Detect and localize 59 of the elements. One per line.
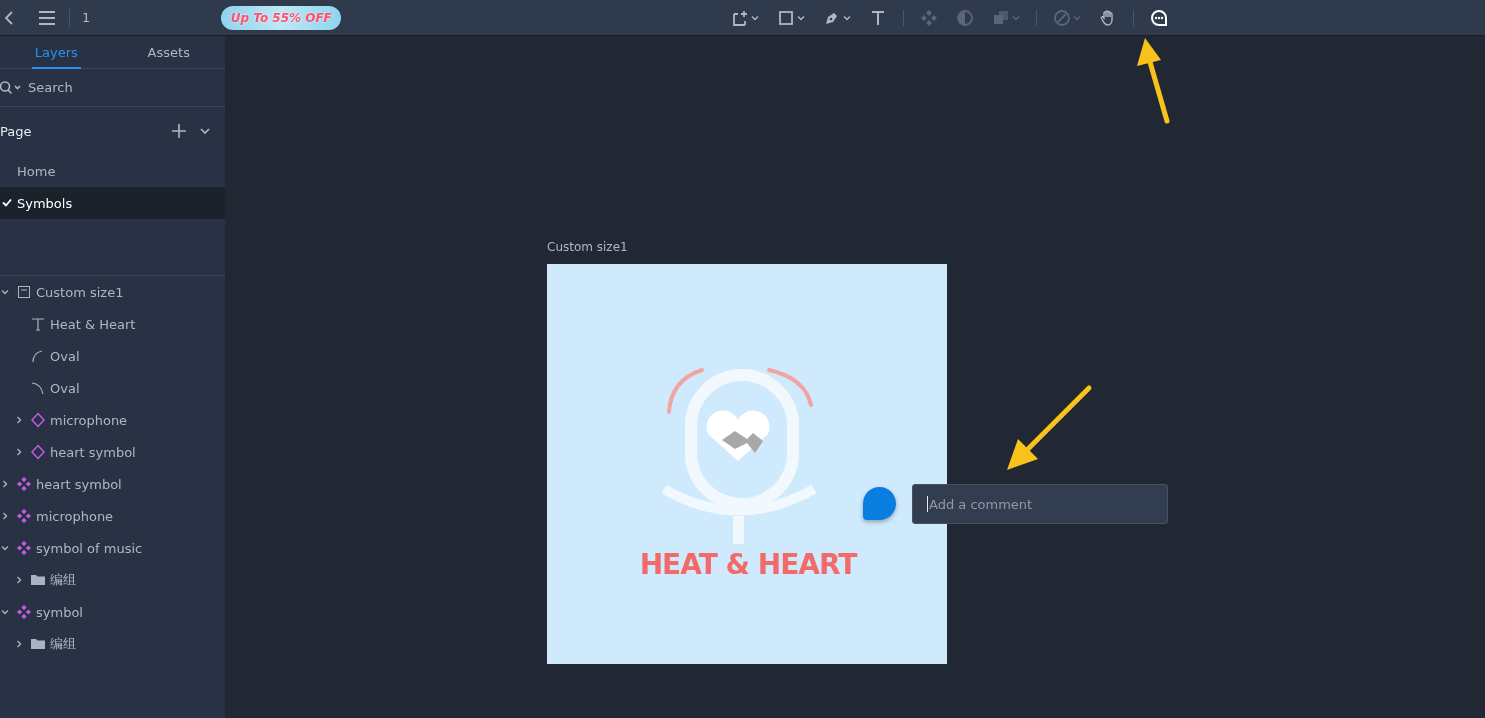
mask-icon <box>956 8 975 27</box>
caret-icon[interactable] <box>797 13 806 22</box>
layer-name[interactable]: heart symbol <box>50 444 136 460</box>
check-icon <box>2 198 12 207</box>
boolean-icon <box>992 8 1011 27</box>
chevron-down-icon[interactable] <box>1 288 9 296</box>
page-item[interactable]: Home <box>0 155 225 187</box>
frame-icon <box>731 8 750 27</box>
chevron-right-icon[interactable] <box>15 576 23 584</box>
instance-layer-icon <box>30 444 46 460</box>
chevron-down-icon[interactable] <box>1 544 9 552</box>
component-layer-icon <box>16 540 32 556</box>
chevron-right-icon[interactable] <box>15 640 23 648</box>
chevron-down-icon[interactable] <box>200 127 210 135</box>
layer-name[interactable]: symbol of music <box>36 540 143 556</box>
layer-name[interactable]: symbol <box>36 604 83 620</box>
comment-input[interactable]: Add a comment <box>912 484 1168 524</box>
component-icon <box>920 8 939 27</box>
layer-name[interactable]: microphone <box>50 412 128 428</box>
sidebar-tab[interactable]: Layers <box>0 36 113 68</box>
chevron-right-icon[interactable] <box>1 512 9 520</box>
component-layer-icon <box>16 508 32 524</box>
component-layer-icon <box>16 476 32 492</box>
layer-name[interactable]: microphone <box>36 508 114 524</box>
component-layer-icon <box>16 604 32 620</box>
artboard-label: Custom size1 <box>547 240 628 254</box>
menu-icon[interactable] <box>39 10 55 25</box>
caret-icon[interactable] <box>751 13 760 22</box>
search-field[interactable]: Search <box>28 80 178 95</box>
layer-name[interactable]: Oval <box>50 380 80 396</box>
artboard-layer-icon <box>16 284 32 300</box>
layer-name[interactable]: Custom size1 <box>36 284 124 300</box>
add-icon[interactable] <box>172 124 186 138</box>
group-layer-icon <box>30 636 46 652</box>
chevron-right-icon[interactable] <box>15 448 23 456</box>
back-icon[interactable] <box>2 9 16 26</box>
layer-name[interactable]: 编组 <box>50 635 76 653</box>
caret-icon[interactable] <box>843 13 852 22</box>
chevron-down-icon[interactable] <box>1 608 9 616</box>
logo-text: HEAT & HEART <box>638 548 858 581</box>
layer-name[interactable]: Heat & Heart <box>50 316 136 332</box>
search-icon[interactable] <box>0 80 22 95</box>
instance-layer-icon <box>30 412 46 428</box>
rectangle-icon <box>777 8 796 27</box>
layer-name[interactable]: Oval <box>50 348 80 364</box>
comment-icon <box>1150 8 1169 27</box>
sidebar-tab[interactable]: Assets <box>112 36 225 68</box>
text-layer-icon <box>30 316 46 332</box>
layer-name[interactable]: 编组 <box>50 571 76 589</box>
arc-right-layer-icon <box>30 380 46 396</box>
chevron-right-icon[interactable] <box>1 480 9 488</box>
pages-title: Page <box>0 123 33 139</box>
layer-name[interactable]: heart symbol <box>36 476 122 492</box>
chevron-right-icon[interactable] <box>15 416 23 424</box>
page-number: 1 <box>82 10 91 25</box>
text-cursor <box>927 496 928 512</box>
group-layer-icon <box>30 572 46 588</box>
page-item[interactable]: Symbols <box>0 187 225 219</box>
slice-icon <box>1053 8 1072 27</box>
